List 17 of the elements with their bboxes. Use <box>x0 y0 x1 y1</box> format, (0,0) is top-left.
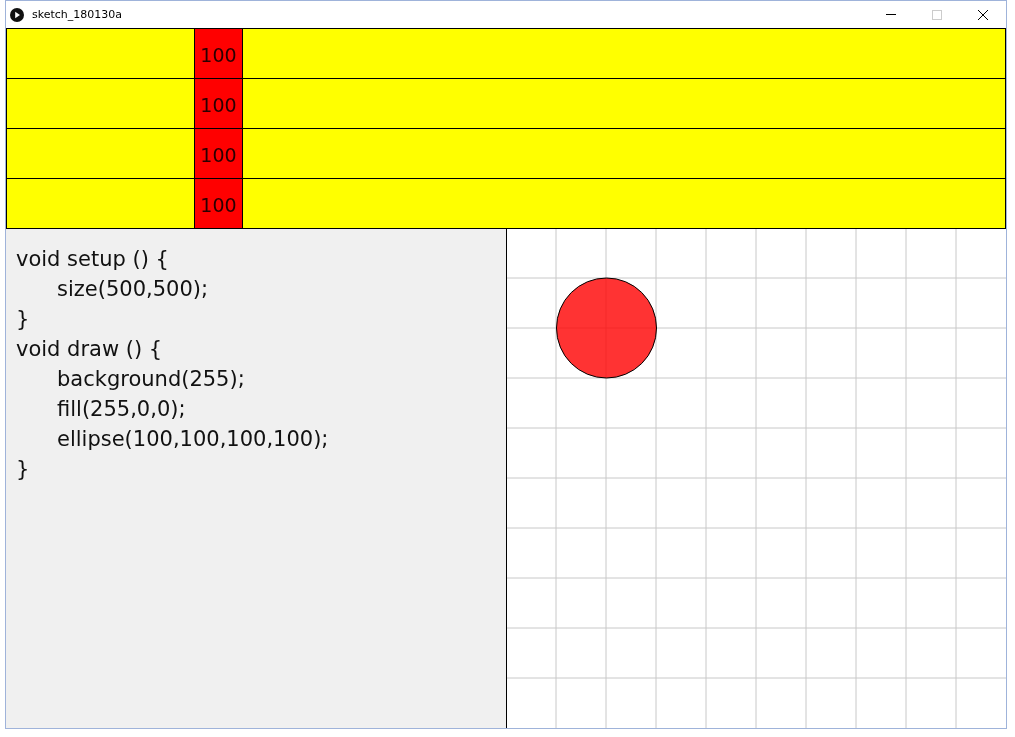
window-title: sketch_180130a <box>32 8 123 21</box>
code-line: void setup () { <box>16 246 169 273</box>
minimize-icon <box>886 14 896 15</box>
code-line: } <box>16 306 30 333</box>
close-icon <box>978 9 988 20</box>
table-cell: 100 <box>194 29 243 78</box>
maximize-icon <box>932 9 942 20</box>
table-cell: 100 <box>194 79 243 128</box>
code-line: ellipse(100,100,100,100); <box>57 426 329 453</box>
code-line: size(500,500); <box>57 276 209 303</box>
table-cell: 100 <box>194 129 243 178</box>
play-icon <box>10 7 24 22</box>
code-line: background(255); <box>57 366 245 393</box>
code-line: fill(255,0,0); <box>57 396 186 423</box>
code-line: } <box>16 456 30 483</box>
table-cell: 100 <box>194 179 243 228</box>
code-line: void draw () { <box>16 336 163 363</box>
